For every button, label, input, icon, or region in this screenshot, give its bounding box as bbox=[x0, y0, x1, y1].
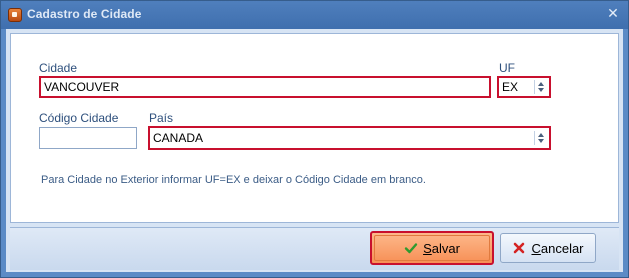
arrow-down-icon bbox=[538, 88, 544, 92]
close-button[interactable]: ✕ bbox=[604, 5, 622, 23]
window-title: Cadastro de Cidade bbox=[27, 7, 142, 21]
uf-spin-button[interactable] bbox=[534, 80, 547, 94]
cidade-input[interactable] bbox=[39, 76, 491, 98]
dialog-window: Cadastro de Cidade ✕ Cidade UF EX Código… bbox=[0, 0, 629, 278]
x-icon bbox=[514, 242, 525, 254]
check-icon bbox=[404, 243, 418, 254]
pais-dropdown-button[interactable] bbox=[534, 131, 547, 145]
cancel-label: Cancelar bbox=[531, 240, 584, 256]
arrow-up-icon bbox=[538, 133, 544, 137]
form-panel: Cidade UF EX Código Cidade País CANADA bbox=[10, 33, 619, 223]
save-label: Salvar bbox=[423, 240, 460, 256]
codigo-cidade-label: Código Cidade bbox=[39, 111, 119, 125]
title-bar[interactable]: Cadastro de Cidade ✕ bbox=[1, 1, 628, 29]
button-bar: Salvar Cancelar bbox=[10, 227, 619, 270]
uf-select[interactable]: EX bbox=[497, 76, 551, 98]
uf-label: UF bbox=[499, 61, 515, 75]
app-icon bbox=[8, 8, 22, 22]
pais-label: País bbox=[149, 111, 174, 125]
save-button[interactable]: Salvar bbox=[370, 231, 494, 265]
arrow-up-icon bbox=[538, 82, 544, 86]
uf-value: EX bbox=[502, 80, 519, 94]
pais-value: CANADA bbox=[153, 131, 204, 145]
hint-text: Para Cidade no Exterior informar UF=EX e… bbox=[41, 174, 426, 186]
dialog-client-area: Cidade UF EX Código Cidade País CANADA bbox=[6, 29, 623, 272]
pais-select[interactable]: CANADA bbox=[148, 126, 551, 150]
arrow-down-icon bbox=[538, 139, 544, 143]
codigo-cidade-input[interactable] bbox=[39, 127, 137, 149]
cancel-button[interactable]: Cancelar bbox=[500, 233, 596, 263]
cidade-label: Cidade bbox=[39, 61, 78, 75]
